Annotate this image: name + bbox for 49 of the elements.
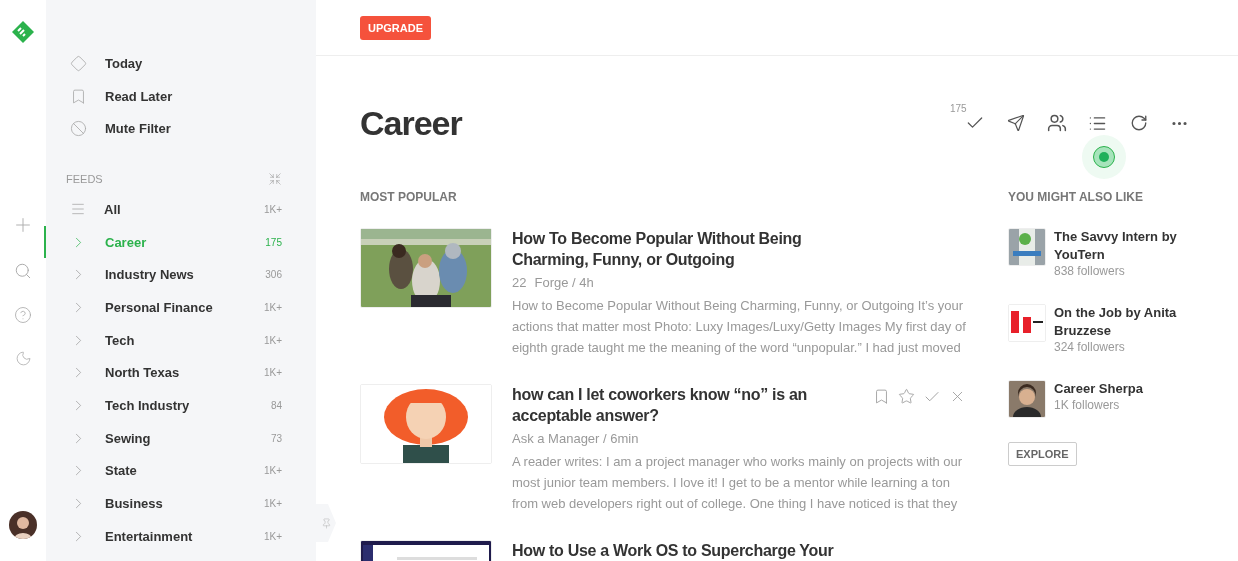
feed-item[interactable]: Entertainment 1K+ [44, 519, 316, 553]
source-name[interactable]: Career Sherpa [1054, 380, 1143, 398]
hotspot-marker[interactable] [1082, 135, 1126, 179]
people-icon[interactable] [1046, 113, 1067, 133]
section-heading: FEEDS [66, 173, 103, 186]
article-summary: How to Become Popular Without Being Charming, Funny, or Outgoing It’s your actions that matter most Photo: Luxy Images/Luxy/Getty Images My first day of eighth grade taught me the meaning of the word “unpopular.” I had just moved [512, 297, 966, 357]
refresh-icon[interactable] [1129, 114, 1148, 132]
section-heading: YOU MIGHT ALSO LIKE [1008, 190, 1144, 204]
collapse-icon[interactable] [268, 172, 282, 187]
feed-item[interactable]: Business 1K+ [44, 487, 316, 520]
help-icon[interactable] [14, 306, 32, 324]
feed-item[interactable]: Sewing 73 [44, 421, 316, 455]
diamond-icon [70, 54, 87, 72]
engagement-count: 22 [512, 275, 527, 290]
unread-count: 175 [950, 103, 967, 114]
follower-count: 838 followers [1054, 264, 1126, 278]
feed-item[interactable]: All 1K+ [44, 193, 316, 226]
star-icon[interactable] [898, 388, 915, 405]
feed-item[interactable]: Tech Industry 84 [44, 389, 316, 422]
bookmark-icon [70, 87, 87, 105]
feed-item[interactable]: Personal Finance 1K+ [44, 291, 316, 324]
source-name[interactable]: The Savvy Intern by YouTern [1054, 228, 1190, 264]
article-title[interactable]: how can I let coworkers know “no” is an acceptable answer? [512, 384, 812, 426]
section-heading: MOST POPULAR [360, 190, 458, 204]
feed-item[interactable]: State 1K+ [44, 454, 316, 488]
article-title[interactable]: How to Use a Work OS to Supercharge Your [512, 540, 842, 561]
blocked-icon [70, 120, 87, 138]
feed-item[interactable]: North Texas 1K+ [44, 356, 316, 390]
bookmark-icon[interactable] [873, 388, 890, 405]
feed-item[interactable]: Tech 1K+ [44, 323, 316, 357]
article-meta: Forge / 4h [534, 275, 594, 290]
moon-icon[interactable] [14, 350, 32, 367]
source-name[interactable]: On the Job by Anita Bruzzese [1054, 304, 1190, 340]
send-icon[interactable] [1006, 114, 1025, 132]
explore-button[interactable]: EXPLORE [1008, 442, 1077, 466]
avatar[interactable] [9, 511, 37, 539]
nav-item[interactable]: Mute Filter [46, 112, 316, 146]
nav-item[interactable]: Today [46, 47, 316, 80]
pin-icon [320, 517, 332, 529]
logo-icon[interactable] [11, 20, 35, 44]
feed-item[interactable]: Industry News 306 [44, 258, 316, 292]
article-meta: Ask a Manager / 6min [512, 431, 639, 446]
article-title[interactable]: How To Become Popular Without Being Charming, Funny, or Outgoing [512, 228, 842, 270]
nav-item[interactable]: Read Later [46, 79, 316, 113]
follower-count: 1K followers [1054, 398, 1121, 412]
page-title: Career [360, 103, 462, 143]
article-summary: A reader writes: I am a project manager who works mainly on projects with our most junior team members. I love it! I get to be a mentor while learning a ton from web developers right out of college. One thing I have noticed is that they [512, 453, 964, 513]
follower-count: 324 followers [1054, 340, 1126, 354]
search-icon[interactable] [14, 262, 32, 280]
